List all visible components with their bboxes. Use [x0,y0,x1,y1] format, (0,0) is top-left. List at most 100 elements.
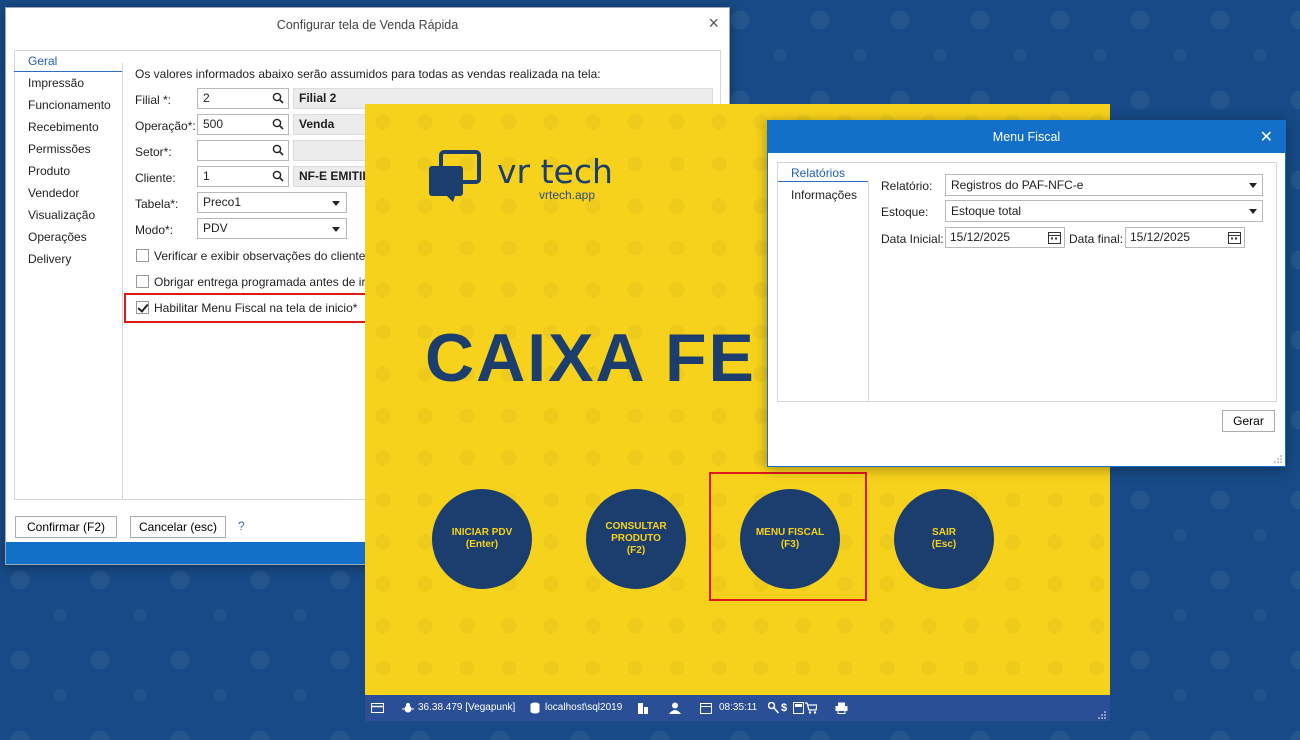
sidebar-item-visualizacao[interactable]: Visualização [14,204,124,226]
setor-label: Setor*: [135,145,172,159]
config-sidebar: Geral Impressão Funcionamento Recebiment… [14,50,124,270]
operacao-label: Operação*: [135,119,196,133]
iniciar-pdv-button[interactable]: INICIAR PDV (Enter) [432,489,532,589]
close-icon[interactable]: ✕ [1260,127,1273,147]
checkbox-entrega[interactable]: Obrigar entrega programada antes de ir [136,275,365,289]
sidebar-item-recebimento[interactable]: Recebimento [14,116,124,138]
consultar-produto-button[interactable]: CONSULTAR PRODUTO (F2) [586,489,686,589]
chevron-down-icon [332,201,340,206]
resize-grip-icon[interactable] [1098,711,1106,719]
chevron-down-icon [332,227,340,232]
data-final-value: 15/12/2025 [1130,230,1191,244]
button-label-2: PRODUTO [611,533,661,544]
time-text: 08:35:11 [719,702,758,713]
data-inicial-input[interactable]: 15/12/2025 [945,227,1065,248]
sidebar-item-impressao[interactable]: Impressão [14,72,124,94]
relatorio-value: Registros do PAF-NFC-e [951,178,1084,192]
card-icon [371,703,384,713]
calendar-icon[interactable] [1228,231,1241,244]
printer-icon [835,702,848,714]
checkbox-box[interactable] [136,275,149,288]
estoque-label: Estoque: [881,205,929,219]
search-icon[interactable] [272,92,284,104]
chevron-down-icon [1249,209,1257,214]
tabela-label: Tabela*: [135,197,179,211]
filial-value: 2 [203,91,210,105]
filial-label: Filial *: [135,93,172,107]
gerar-button[interactable]: Gerar [1222,410,1275,432]
sair-button[interactable]: SAIR (Esc) [894,489,994,589]
cancel-button[interactable]: Cancelar (esc) [130,516,226,538]
operacao-value: 500 [203,117,224,131]
status-bar: 36.38.479 [Vegapunk] localhost\sql2019 0… [365,695,1110,721]
cart-icon [805,702,817,714]
logo-icon [429,150,481,202]
sidebar-item-permissoes[interactable]: Permissões [14,138,124,160]
button-shortcut: (Enter) [465,539,499,550]
button-label: INICIAR PDV [451,527,513,538]
button-label: CONSULTAR [605,521,667,532]
bug-icon [402,703,414,713]
config-dialog-title: Configurar tela de Venda Rápida [276,18,459,32]
sidebar-item-vendedor[interactable]: Vendedor [14,182,124,204]
resize-grip-icon[interactable] [1274,455,1282,463]
logo-text: vr tech [497,152,613,191]
calendar-icon[interactable] [1048,231,1061,244]
version-text: 36.38.479 [Vegapunk] [418,702,516,713]
chevron-down-icon [1249,183,1257,188]
highlight-box [709,472,867,601]
modo-value: PDV [203,221,228,235]
intro-text: Os valores informados abaixo serão assum… [135,67,601,81]
server-text: localhost\sql2019 [545,702,623,713]
estoque-select[interactable]: Estoque total [945,200,1263,222]
search-icon[interactable] [272,170,284,182]
sidebar-item-relatorios[interactable]: Relatórios [791,166,845,180]
sidebar-item-informacoes[interactable]: Informações [791,188,857,202]
relatorio-select[interactable]: Registros do PAF-NFC-e [945,174,1263,196]
close-icon[interactable]: × [708,13,719,34]
sidebar-item-funcionamento[interactable]: Funcionamento [14,94,124,116]
vr-tech-logo: vr tech vrtech.app [427,150,627,205]
tabela-select[interactable]: Preco1 [197,192,347,213]
cliente-label: Cliente: [135,171,176,185]
currency-symbol: $ [781,702,788,714]
data-inicial-label: Data Inicial: [881,232,944,246]
logo-subtext: vrtech.app [539,188,596,202]
modo-label: Modo*: [135,223,174,237]
menu-fiscal-dialog: Menu Fiscal ✕ Relatórios Informações Rel… [767,120,1286,467]
checkbox-label: Obrigar entrega programada antes de ir [154,275,366,289]
cliente-input[interactable]: 1 [197,166,289,187]
building-icon [638,703,648,714]
help-link[interactable]: ? [238,519,245,533]
tabela-value: Preco1 [203,195,242,209]
sidebar-item-produto[interactable]: Produto [14,160,124,182]
data-inicial-value: 15/12/2025 [950,230,1011,244]
relatorio-label: Relatório: [881,179,933,193]
checkbox-label: Verificar e exibir observações do client… [154,249,369,263]
sidebar-item-operacoes[interactable]: Operações [14,226,124,248]
confirm-button[interactable]: Confirmar (F2) [15,516,117,538]
calendar-icon [700,703,712,714]
checkbox-observacoes[interactable]: Verificar e exibir observações do client… [136,249,369,263]
key-icon [768,702,779,714]
search-icon[interactable] [272,144,284,156]
data-final-input[interactable]: 15/12/2025 [1125,227,1245,248]
pos-title: CAIXA FE [425,320,756,396]
button-label: SAIR [932,527,956,538]
database-icon [530,702,540,714]
data-final-label: Data final: [1069,232,1124,246]
operacao-input[interactable]: 500 [197,114,289,135]
button-shortcut: (Esc) [931,539,957,550]
menu-fiscal-title: Menu Fiscal [768,121,1285,153]
search-icon[interactable] [272,118,284,130]
filial-input[interactable]: 2 [197,88,289,109]
modo-select[interactable]: PDV [197,218,347,239]
button-shortcut: (F2) [626,545,646,556]
user-icon [669,702,681,714]
checkbox-box[interactable] [136,249,149,262]
setor-input[interactable] [197,140,289,161]
calculator-icon [793,702,804,714]
sidebar-item-geral[interactable]: Geral [14,50,122,72]
sidebar-item-delivery[interactable]: Delivery [14,248,124,270]
active-tab-underline [778,181,868,182]
